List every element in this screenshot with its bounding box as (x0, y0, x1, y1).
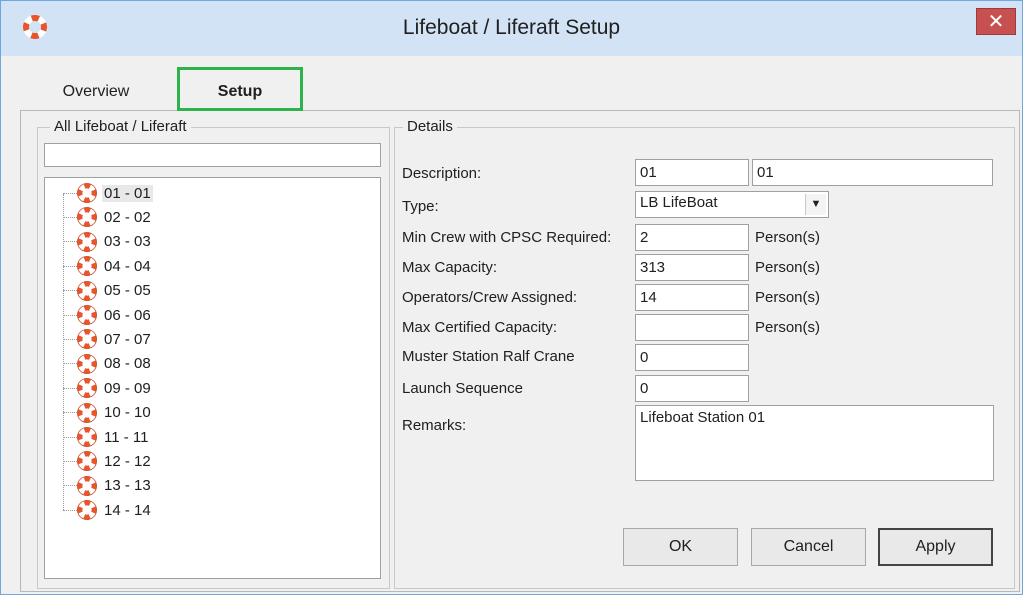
launch-field[interactable] (635, 375, 749, 402)
tree-item[interactable]: 04 - 04 (63, 255, 153, 277)
tree-connector (63, 338, 77, 340)
tree-connector (63, 509, 77, 511)
tree-item-label: 02 - 02 (104, 208, 151, 226)
tree-connector (63, 241, 77, 243)
cancel-button[interactable]: Cancel (751, 528, 866, 566)
tree-item[interactable]: 02 - 02 (63, 206, 153, 228)
tree-item[interactable]: 09 - 09 (63, 377, 153, 399)
min-crew-unit: Person(s) (755, 229, 821, 246)
tree-item[interactable]: 10 - 10 (63, 402, 153, 424)
remarks-field[interactable]: Lifeboat Station 01 (635, 405, 994, 481)
tree-item-label: 13 - 13 (104, 477, 151, 495)
tree-item-label: 14 - 14 (104, 501, 151, 519)
description-label: Description: (402, 165, 482, 182)
muster-label: Muster Station Ralf Crane (402, 348, 575, 365)
window-title: Lifeboat / Liferaft Setup (402, 16, 621, 39)
lifebuoy-icon (77, 402, 97, 423)
tree-connector (63, 290, 77, 292)
filter-input[interactable] (44, 143, 381, 167)
close-button[interactable]: ✕ (976, 8, 1016, 35)
tree-item-label: 01 - 01 (102, 184, 153, 202)
tree-item[interactable]: 05 - 05 (63, 280, 153, 302)
lifebuoy-icon (77, 256, 97, 277)
lifebuoy-icon (77, 207, 97, 228)
lifebuoy-icon (77, 353, 97, 374)
min-crew-label: Min Crew with CPSC Required: (402, 229, 612, 246)
lifebuoy-icon (77, 183, 97, 203)
close-icon: ✕ (987, 11, 1005, 33)
operators-unit: Person(s) (755, 289, 821, 306)
lifebuoy-icon (77, 427, 97, 447)
lifebuoy-icon (77, 475, 97, 496)
tree-item-label: 07 - 07 (104, 330, 151, 348)
tree-item[interactable]: 08 - 08 (63, 353, 153, 375)
tree-connector (63, 192, 77, 194)
tree-item[interactable]: 01 - 01 (63, 182, 153, 204)
tree-item-label: 11 - 11 (104, 428, 149, 446)
type-select-value: LB LifeBoat (640, 194, 718, 211)
max-capacity-unit: Person(s) (755, 259, 821, 276)
muster-field[interactable] (635, 344, 749, 371)
max-capacity-label: Max Capacity: (402, 259, 498, 276)
lifebuoy-icon (77, 451, 97, 472)
launch-label: Launch Sequence (402, 380, 523, 397)
tree-item[interactable]: 12 - 12 (63, 450, 153, 472)
tree-item-label: 06 - 06 (104, 306, 151, 324)
tree-connector (63, 314, 77, 316)
tree-item-label: 12 - 12 (104, 452, 151, 470)
tree-connector (63, 436, 77, 438)
description-name-field[interactable] (752, 159, 993, 186)
min-crew-field[interactable] (635, 224, 749, 251)
chevron-down-icon[interactable]: ▼ (805, 194, 826, 215)
tree-item[interactable]: 13 - 13 (63, 475, 153, 497)
ok-button[interactable]: OK (623, 528, 738, 566)
remarks-label: Remarks: (402, 417, 467, 434)
details-legend: Details (403, 118, 457, 135)
max-certified-label: Max Certified Capacity: (402, 319, 558, 336)
type-label: Type: (402, 198, 439, 215)
lifebuoy-icon (77, 500, 97, 521)
tree-connector (63, 265, 77, 267)
tree-connector (63, 460, 77, 462)
type-select[interactable]: LB LifeBoat ▼ (635, 191, 829, 218)
max-certified-unit: Person(s) (755, 319, 821, 336)
tree-item[interactable]: 06 - 06 (63, 304, 153, 326)
tree-item[interactable]: 03 - 03 (63, 231, 153, 253)
max-certified-field[interactable] (635, 314, 749, 341)
tab-setup[interactable]: Setup (177, 67, 303, 111)
tree-item-label: 08 - 08 (104, 355, 151, 373)
title-bar[interactable]: Lifeboat / Liferaft Setup ✕ (1, 1, 1022, 56)
tree-item-label: 10 - 10 (104, 404, 151, 422)
lifebuoy-icon (77, 231, 97, 252)
tab-overview[interactable]: Overview (46, 79, 146, 105)
tree-connector (63, 485, 77, 487)
tree-item-label: 04 - 04 (104, 257, 151, 275)
apply-button[interactable]: Apply (878, 528, 993, 566)
lifebuoy-icon (77, 378, 97, 399)
lifeboat-tree[interactable]: 01 - 01 02 - 02 03 - 03 04 - 04 05 - 05 06 - … (44, 177, 381, 579)
tree-item[interactable]: 07 - 07 (63, 328, 153, 350)
tree-item-label: 03 - 03 (104, 233, 151, 251)
lifeboat-list-legend: All Lifeboat / Liferaft (50, 118, 191, 135)
lifebuoy-icon (77, 305, 97, 325)
lifebuoy-icon (77, 280, 97, 301)
tree-connector (63, 387, 77, 389)
tree-item-label: 09 - 09 (104, 379, 151, 397)
tree-connector (63, 216, 77, 218)
description-code-field[interactable] (635, 159, 749, 186)
tree-item[interactable]: 14 - 14 (63, 499, 153, 521)
max-capacity-field[interactable] (635, 254, 749, 281)
tree-item-label: 05 - 05 (104, 282, 151, 300)
tree-connector (63, 363, 77, 365)
operators-label: Operators/Crew Assigned: (402, 289, 578, 306)
lifebuoy-icon (77, 329, 97, 350)
operators-field[interactable] (635, 284, 749, 311)
tree-connector (63, 412, 77, 414)
tree-item[interactable]: 11 - 11 (63, 426, 150, 448)
dialog-window: Lifeboat / Liferaft Setup ✕ Overview Set… (0, 0, 1023, 595)
